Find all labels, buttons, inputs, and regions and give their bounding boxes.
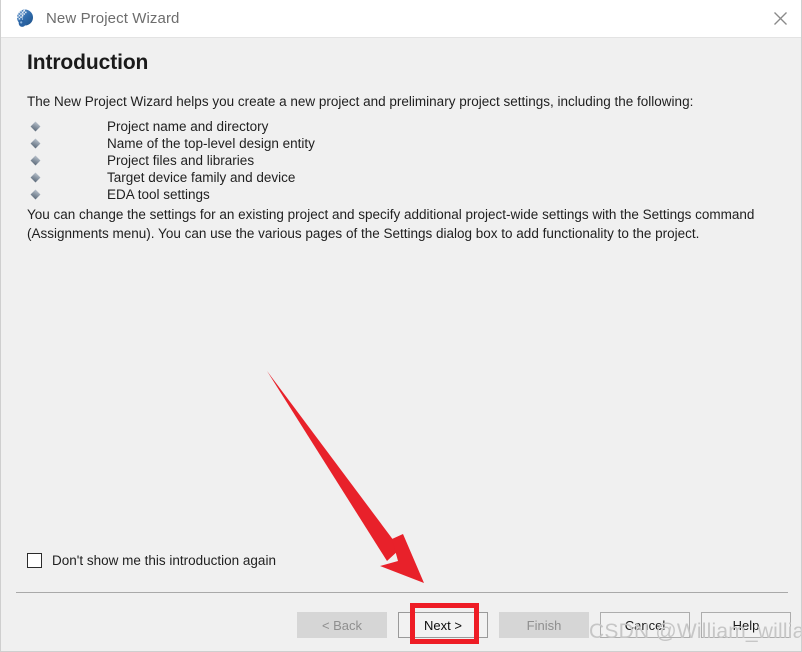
new-project-wizard-dialog: New Project Wizard Introduction The New … <box>0 0 802 652</box>
diamond-bullet-icon <box>30 155 41 166</box>
list-item: Target device family and device <box>27 169 727 186</box>
diamond-bullet-icon <box>30 138 41 149</box>
diamond-bullet-icon <box>30 172 41 183</box>
dont-show-introduction-label: Don't show me this introduction again <box>52 553 276 568</box>
page-title: Introduction <box>27 51 149 74</box>
diamond-bullet-icon <box>30 189 41 200</box>
back-button[interactable]: < Back <box>297 612 387 638</box>
dialog-button-row: < Back Next > Finish Cancel Help <box>297 612 791 638</box>
next-button[interactable]: Next > <box>398 612 488 638</box>
dialog-content: Introduction The New Project Wizard help… <box>2 38 801 592</box>
title-bar-left: New Project Wizard <box>15 0 180 37</box>
list-item-label: Name of the top-level design entity <box>107 136 315 151</box>
help-button[interactable]: Help <box>701 612 791 638</box>
diamond-bullet-icon <box>30 121 41 132</box>
dont-show-introduction-checkbox[interactable] <box>27 553 42 568</box>
settings-paragraph: You can change the settings for an exist… <box>27 207 755 241</box>
quartus-globe-icon <box>15 8 37 30</box>
list-item: Project files and libraries <box>27 152 727 169</box>
list-item-label: Project name and directory <box>107 119 269 134</box>
finish-button[interactable]: Finish <box>499 612 589 638</box>
window-title: New Project Wizard <box>46 10 180 27</box>
close-icon[interactable] <box>757 0 801 37</box>
feature-list: Project name and directory Name of the t… <box>27 118 727 203</box>
cancel-button[interactable]: Cancel <box>600 612 690 638</box>
list-item: EDA tool settings <box>27 186 727 203</box>
list-item: Project name and directory <box>27 118 727 135</box>
list-item-label: Project files and libraries <box>107 153 255 168</box>
list-item: Name of the top-level design entity <box>27 135 727 152</box>
intro-paragraph: The New Project Wizard helps you create … <box>27 94 694 109</box>
title-bar: New Project Wizard <box>1 0 801 38</box>
dont-show-introduction-checkbox-row[interactable]: Don't show me this introduction again <box>27 553 276 568</box>
list-item-label: Target device family and device <box>107 170 296 185</box>
list-item-label: EDA tool settings <box>107 187 210 202</box>
footer-divider <box>16 592 788 593</box>
